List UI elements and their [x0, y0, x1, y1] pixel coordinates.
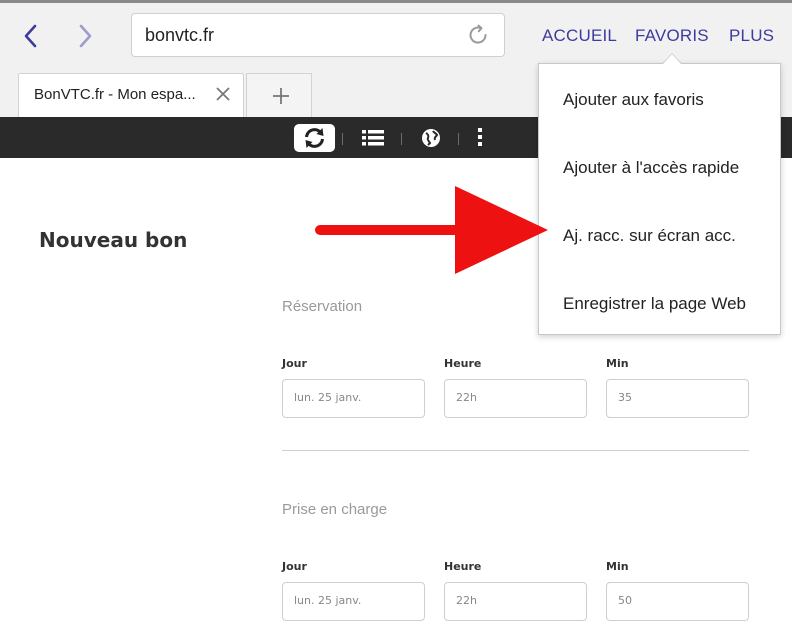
pickup-hour-input[interactable]: 22h: [444, 582, 587, 621]
menu-home[interactable]: ACCUEIL: [542, 26, 617, 46]
menu-item-add-favorite[interactable]: Ajouter aux favoris: [563, 90, 704, 110]
tab-title: BonVTC.fr - Mon espa...: [34, 86, 196, 103]
pickup-day-input[interactable]: lun. 25 janv.: [282, 582, 425, 621]
language-button[interactable]: [420, 124, 442, 152]
field-label-hour: Heure: [444, 357, 482, 370]
toolbar-separator: [458, 133, 459, 145]
min-input[interactable]: 35: [606, 379, 749, 418]
hour-value: 22h: [456, 391, 477, 404]
field-label-day: Jour: [282, 560, 307, 573]
page-title: Nouveau bon: [39, 228, 188, 252]
menu-item-save-page[interactable]: Enregistrer la page Web: [563, 294, 746, 314]
top-border: [0, 0, 792, 3]
red-arrow-annotation: [315, 186, 548, 274]
day-value: lun. 25 janv.: [294, 391, 362, 404]
section-divider: [282, 450, 749, 451]
new-tab-button[interactable]: [246, 73, 312, 117]
menu-item-add-quick-access[interactable]: Ajouter à l'accès rapide: [563, 158, 739, 178]
back-button[interactable]: [18, 22, 46, 50]
day-input[interactable]: lun. 25 janv.: [282, 379, 425, 418]
field-label-min: Min: [606, 357, 629, 370]
toolbar-separator: [342, 133, 343, 145]
section-title-pickup: Prise en charge: [282, 501, 388, 518]
refresh-button[interactable]: [294, 124, 335, 152]
pickup-min-value: 50: [618, 594, 632, 607]
field-label-hour: Heure: [444, 560, 482, 573]
globe-icon: [422, 129, 440, 147]
min-value: 35: [618, 391, 632, 404]
dropdown-caret-fill: [663, 54, 681, 64]
menu-item-add-home-shortcut[interactable]: Aj. racc. sur écran acc.: [563, 226, 736, 246]
more-options-button[interactable]: [474, 124, 486, 152]
toolbar-separator: [401, 133, 402, 145]
section-title-reservation: Réservation: [282, 298, 363, 315]
menu-favorites[interactable]: FAVORIS: [635, 26, 709, 46]
url-text[interactable]: bonvtc.fr: [145, 25, 214, 46]
list-button[interactable]: [361, 124, 385, 152]
close-icon[interactable]: [215, 86, 231, 102]
hour-input[interactable]: 22h: [444, 379, 587, 418]
list-icon: [362, 130, 384, 146]
favorites-dropdown: Ajouter aux favoris Ajouter à l'accès ra…: [538, 63, 781, 335]
field-label-min: Min: [606, 560, 629, 573]
refresh-icon: [305, 128, 324, 148]
chevron-right-icon: [79, 24, 92, 48]
pickup-min-input[interactable]: 50: [606, 582, 749, 621]
pickup-hour-value: 22h: [456, 594, 477, 607]
plus-icon: [273, 88, 289, 104]
browser-tab[interactable]: BonVTC.fr - Mon espa...: [18, 73, 244, 117]
pickup-day-value: lun. 25 janv.: [294, 594, 362, 607]
forward-button[interactable]: [72, 22, 100, 50]
menu-more[interactable]: PLUS: [729, 26, 774, 46]
chevron-left-icon: [24, 24, 37, 48]
address-bar[interactable]: bonvtc.fr: [131, 13, 505, 57]
reload-icon[interactable]: [466, 23, 490, 47]
field-label-day: Jour: [282, 357, 307, 370]
more-vertical-icon: [478, 128, 482, 146]
